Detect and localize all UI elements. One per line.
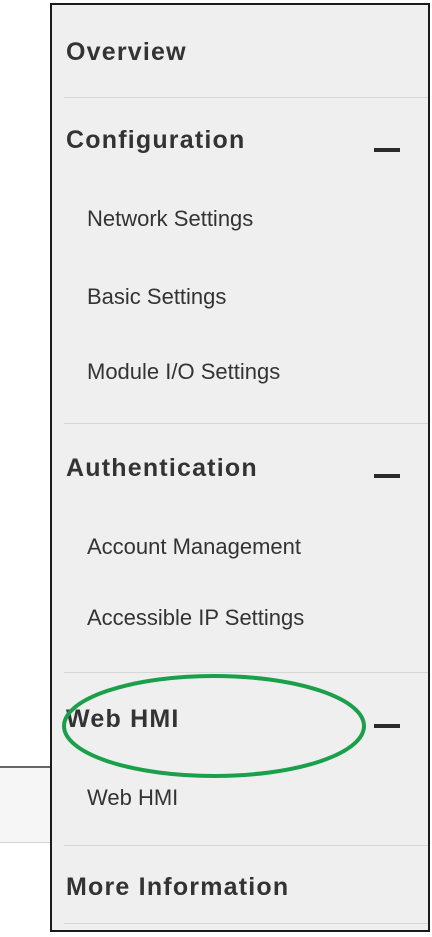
menu-item-network-settings[interactable]: Network Settings: [87, 206, 253, 232]
menu-item-overview[interactable]: Overview: [66, 38, 400, 67]
background-panel-fragment: [0, 767, 50, 842]
menu-section-web-hmi[interactable]: Web HMI: [66, 705, 400, 734]
menu-divider: [64, 923, 428, 924]
menu-section-authentication[interactable]: Authentication: [66, 454, 400, 483]
background-divider-line: [0, 842, 50, 843]
page: Overview Configuration Network Settings …: [0, 0, 432, 937]
menu-section-configuration[interactable]: Configuration: [66, 126, 400, 155]
menu-item-more-information[interactable]: More Information: [66, 873, 400, 902]
menu-divider: [64, 845, 428, 846]
menu-item-basic-settings[interactable]: Basic Settings: [87, 284, 226, 310]
minus-icon[interactable]: [374, 474, 400, 478]
menu-item-module-io-settings[interactable]: Module I/O Settings: [87, 359, 280, 385]
sidebar-menu: Overview Configuration Network Settings …: [50, 3, 430, 932]
menu-divider: [64, 97, 428, 98]
menu-item-accessible-ip-settings[interactable]: Accessible IP Settings: [87, 605, 304, 631]
menu-item-account-management[interactable]: Account Management: [87, 534, 301, 560]
menu-divider: [64, 672, 428, 673]
minus-icon[interactable]: [374, 148, 400, 152]
menu-item-web-hmi[interactable]: Web HMI: [87, 785, 178, 811]
background-border-line: [0, 766, 50, 768]
menu-divider: [64, 423, 428, 424]
minus-icon[interactable]: [374, 724, 400, 728]
